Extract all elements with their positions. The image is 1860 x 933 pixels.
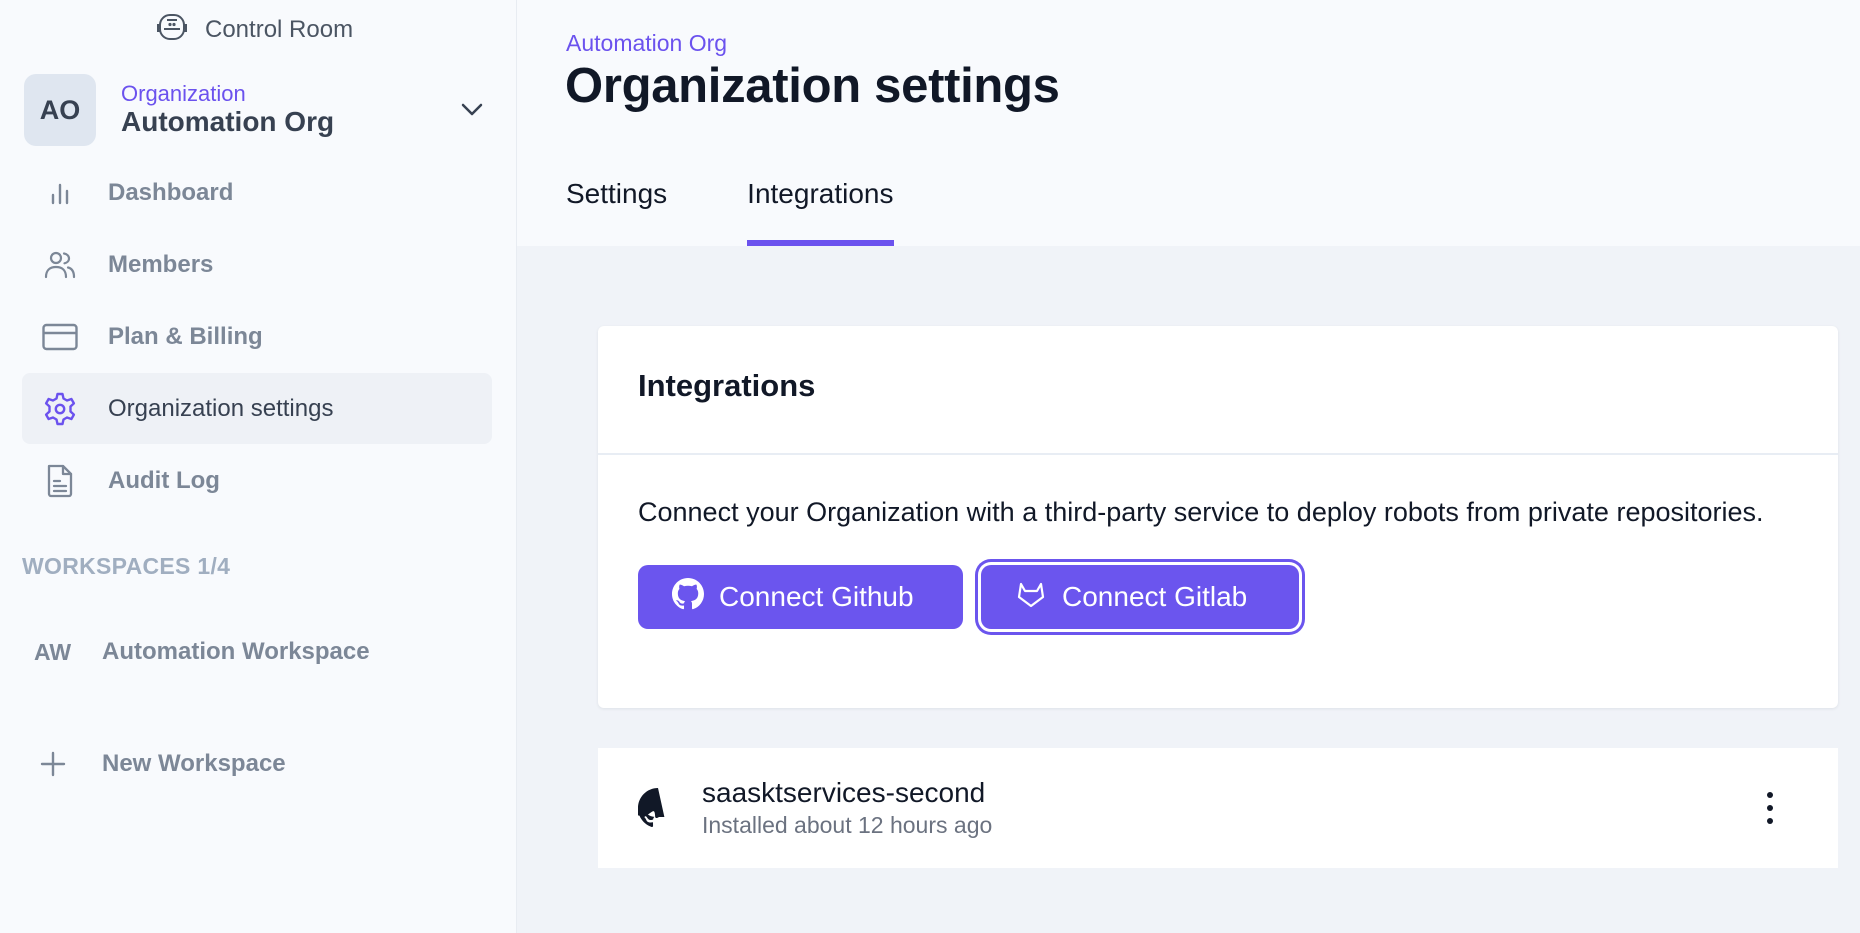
gitlab-icon (1015, 578, 1062, 617)
installation-row: saasktservices-second Installed about 12… (598, 748, 1838, 868)
sidebar-item-audit-log[interactable]: Audit Log (22, 445, 492, 516)
sidebar-item-plan-billing[interactable]: Plan & Billing (22, 301, 492, 372)
kebab-dot (1767, 805, 1773, 811)
sidebar: Control Room AO Organization Automation … (0, 0, 517, 933)
sidebar-item-label: Organization settings (108, 394, 334, 422)
workspaces-header: WORKSPACES 1/4 (22, 553, 231, 579)
sidebar-item-label: Plan & Billing (108, 322, 263, 350)
workspace-item[interactable]: AW Automation Workspace (22, 624, 492, 680)
breadcrumb[interactable]: Automation Org (566, 30, 727, 57)
plus-icon (22, 751, 102, 777)
sidebar-item-label: Members (108, 250, 214, 278)
page-title: Organization settings (565, 59, 1060, 113)
workspace-abbr: AW (34, 638, 72, 665)
tab-bar: Settings Integrations (566, 170, 894, 246)
github-icon (672, 577, 719, 617)
gear-icon (40, 389, 80, 429)
sidebar-item-label: Audit Log (108, 466, 220, 494)
new-workspace-button[interactable]: New Workspace (22, 736, 492, 792)
card-title: Integrations (638, 368, 816, 403)
installation-status: Installed about 12 hours ago (702, 812, 993, 838)
users-icon (40, 245, 80, 285)
chevron-down-icon[interactable] (460, 100, 484, 120)
credit-card-icon (40, 317, 80, 357)
new-workspace-label: New Workspace (102, 750, 286, 777)
sidebar-item-dashboard[interactable]: Dashboard (22, 157, 492, 228)
sidebar-item-organization-settings[interactable]: Organization settings (22, 373, 492, 444)
more-options-icon[interactable] (1758, 792, 1782, 824)
kebab-dot (1767, 818, 1773, 824)
org-avatar: AO (24, 74, 96, 146)
organization-switcher[interactable]: AO Organization Automation Org (24, 74, 492, 146)
tab-integrations[interactable]: Integrations (747, 170, 894, 246)
card-description: Connect your Organization with a third-p… (638, 497, 1764, 527)
connect-github-label: Connect Github (719, 581, 914, 612)
workspace-name: Automation Workspace (102, 638, 370, 665)
kebab-dot (1767, 792, 1773, 798)
connect-github-button[interactable]: Connect Github (638, 565, 963, 629)
github-icon (634, 788, 678, 828)
brand-name: Control Room (205, 16, 354, 43)
bar-chart-icon (40, 173, 80, 213)
brand[interactable]: Control Room (156, 13, 354, 48)
page-header: Automation Org Organization settings Set… (517, 0, 1860, 246)
connect-gitlab-button[interactable]: Connect Gitlab (981, 565, 1299, 629)
sidebar-nav: Dashboard Members Plan & Billing Organiz… (22, 157, 492, 517)
robot-head-icon (156, 13, 188, 48)
installation-name: saasktservices-second (702, 777, 986, 808)
card-header: Integrations (598, 326, 1838, 455)
sidebar-item-members[interactable]: Members (22, 229, 492, 300)
integrations-card: Integrations Connect your Organization w… (598, 326, 1838, 708)
org-label: Organization (121, 81, 246, 106)
document-icon (40, 461, 80, 501)
sidebar-item-label: Dashboard (108, 178, 234, 206)
connect-gitlab-label: Connect Gitlab (1062, 581, 1248, 612)
org-name: Automation Org (121, 106, 335, 137)
tab-settings[interactable]: Settings (566, 170, 667, 246)
